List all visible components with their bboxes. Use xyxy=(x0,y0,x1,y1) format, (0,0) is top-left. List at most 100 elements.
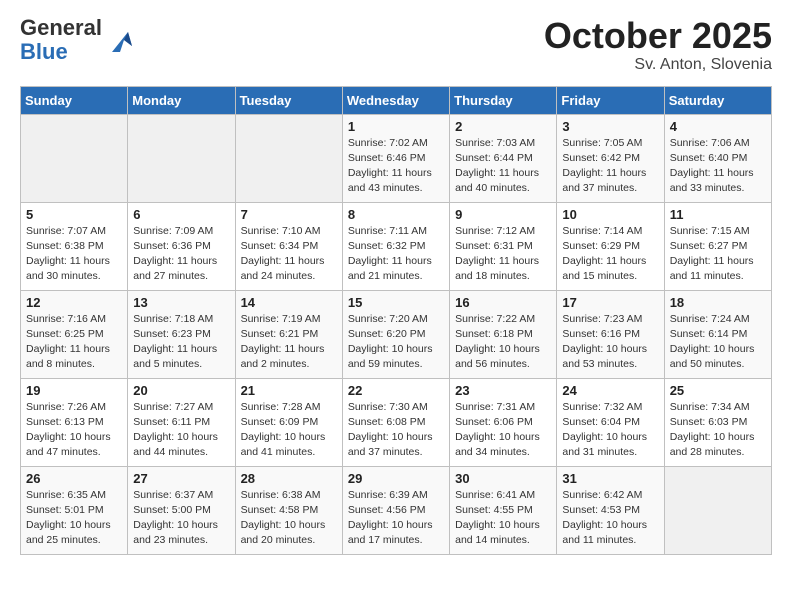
weekday-header-row: SundayMondayTuesdayWednesdayThursdayFrid… xyxy=(21,86,772,114)
calendar-cell xyxy=(128,114,235,202)
calendar-cell: 16 Sunrise: 7:22 AM Sunset: 6:18 PM Dayli… xyxy=(450,290,557,378)
day-number: 15 xyxy=(348,295,444,310)
day-number: 2 xyxy=(455,119,551,134)
day-info: Sunrise: 7:27 AM Sunset: 6:11 PM Dayligh… xyxy=(133,400,229,461)
day-number: 6 xyxy=(133,207,229,222)
day-number: 19 xyxy=(26,383,122,398)
day-number: 3 xyxy=(562,119,658,134)
day-info: Sunrise: 7:20 AM Sunset: 6:20 PM Dayligh… xyxy=(348,312,444,373)
logo-blue: Blue xyxy=(20,39,68,64)
calendar-cell: 29 Sunrise: 6:39 AM Sunset: 4:56 PM Dayli… xyxy=(342,466,449,554)
day-info: Sunrise: 7:10 AM Sunset: 6:34 PM Dayligh… xyxy=(241,224,337,285)
calendar-cell: 5 Sunrise: 7:07 AM Sunset: 6:38 PM Daylig… xyxy=(21,202,128,290)
day-info: Sunrise: 7:07 AM Sunset: 6:38 PM Dayligh… xyxy=(26,224,122,285)
day-number: 21 xyxy=(241,383,337,398)
day-info: Sunrise: 7:15 AM Sunset: 6:27 PM Dayligh… xyxy=(670,224,766,285)
title-block: October 2025 Sv. Anton, Slovenia xyxy=(544,16,772,74)
day-info: Sunrise: 7:16 AM Sunset: 6:25 PM Dayligh… xyxy=(26,312,122,373)
calendar-cell: 6 Sunrise: 7:09 AM Sunset: 6:36 PM Daylig… xyxy=(128,202,235,290)
weekday-header-tuesday: Tuesday xyxy=(235,86,342,114)
day-info: Sunrise: 6:42 AM Sunset: 4:53 PM Dayligh… xyxy=(562,488,658,549)
day-number: 5 xyxy=(26,207,122,222)
calendar-cell: 18 Sunrise: 7:24 AM Sunset: 6:14 PM Dayli… xyxy=(664,290,771,378)
calendar-cell: 14 Sunrise: 7:19 AM Sunset: 6:21 PM Dayli… xyxy=(235,290,342,378)
calendar-week-row: 19 Sunrise: 7:26 AM Sunset: 6:13 PM Dayli… xyxy=(21,378,772,466)
day-number: 9 xyxy=(455,207,551,222)
day-info: Sunrise: 7:14 AM Sunset: 6:29 PM Dayligh… xyxy=(562,224,658,285)
day-number: 27 xyxy=(133,471,229,486)
day-info: Sunrise: 6:39 AM Sunset: 4:56 PM Dayligh… xyxy=(348,488,444,549)
calendar-cell: 21Sunrise: 7:28 AM Sunset: 6:09 PM Dayli… xyxy=(235,378,342,466)
day-number: 20 xyxy=(133,383,229,398)
weekday-header-saturday: Saturday xyxy=(664,86,771,114)
calendar-page: General Blue October 2025 Sv. Anton, Slo… xyxy=(0,0,792,571)
day-number: 26 xyxy=(26,471,122,486)
day-number: 31 xyxy=(562,471,658,486)
day-info: Sunrise: 7:05 AM Sunset: 6:42 PM Dayligh… xyxy=(562,136,658,197)
calendar-cell: 11 Sunrise: 7:15 AM Sunset: 6:27 PM Dayli… xyxy=(664,202,771,290)
day-number: 13 xyxy=(133,295,229,310)
day-info: Sunrise: 7:19 AM Sunset: 6:21 PM Dayligh… xyxy=(241,312,337,373)
calendar-cell: 1 Sunrise: 7:02 AM Sunset: 6:46 PM Daylig… xyxy=(342,114,449,202)
calendar-cell xyxy=(664,466,771,554)
day-number: 1 xyxy=(348,119,444,134)
weekday-header-friday: Friday xyxy=(557,86,664,114)
logo-general: General xyxy=(20,15,102,40)
calendar-week-row: 5 Sunrise: 7:07 AM Sunset: 6:38 PM Daylig… xyxy=(21,202,772,290)
calendar-cell: 2Sunrise: 7:03 AM Sunset: 6:44 PM Daylig… xyxy=(450,114,557,202)
calendar-cell: 3 Sunrise: 7:05 AM Sunset: 6:42 PM Daylig… xyxy=(557,114,664,202)
calendar-week-row: 12Sunrise: 7:16 AM Sunset: 6:25 PM Dayli… xyxy=(21,290,772,378)
day-number: 17 xyxy=(562,295,658,310)
day-info: Sunrise: 7:09 AM Sunset: 6:36 PM Dayligh… xyxy=(133,224,229,285)
day-info: Sunrise: 7:24 AM Sunset: 6:14 PM Dayligh… xyxy=(670,312,766,373)
calendar-cell: 24 Sunrise: 7:32 AM Sunset: 6:04 PM Dayli… xyxy=(557,378,664,466)
logo-icon xyxy=(104,24,136,56)
day-info: Sunrise: 7:12 AM Sunset: 6:31 PM Dayligh… xyxy=(455,224,551,285)
calendar-cell: 30Sunrise: 6:41 AM Sunset: 4:55 PM Dayli… xyxy=(450,466,557,554)
weekday-header-monday: Monday xyxy=(128,86,235,114)
month-title: October 2025 xyxy=(544,16,772,56)
day-number: 8 xyxy=(348,207,444,222)
day-number: 10 xyxy=(562,207,658,222)
day-number: 16 xyxy=(455,295,551,310)
day-number: 28 xyxy=(241,471,337,486)
calendar-cell: 8Sunrise: 7:11 AM Sunset: 6:32 PM Daylig… xyxy=(342,202,449,290)
day-info: Sunrise: 7:31 AM Sunset: 6:06 PM Dayligh… xyxy=(455,400,551,461)
calendar-cell: 27 Sunrise: 6:37 AM Sunset: 5:00 PM Dayli… xyxy=(128,466,235,554)
day-number: 7 xyxy=(241,207,337,222)
day-info: Sunrise: 6:35 AM Sunset: 5:01 PM Dayligh… xyxy=(26,488,122,549)
day-info: Sunrise: 7:34 AM Sunset: 6:03 PM Dayligh… xyxy=(670,400,766,461)
day-info: Sunrise: 6:37 AM Sunset: 5:00 PM Dayligh… xyxy=(133,488,229,549)
calendar-cell: 9 Sunrise: 7:12 AM Sunset: 6:31 PM Daylig… xyxy=(450,202,557,290)
calendar-cell xyxy=(21,114,128,202)
day-number: 11 xyxy=(670,207,766,222)
day-number: 22 xyxy=(348,383,444,398)
calendar-cell: 4Sunrise: 7:06 AM Sunset: 6:40 PM Daylig… xyxy=(664,114,771,202)
calendar-cell: 13Sunrise: 7:18 AM Sunset: 6:23 PM Dayli… xyxy=(128,290,235,378)
day-info: Sunrise: 7:26 AM Sunset: 6:13 PM Dayligh… xyxy=(26,400,122,461)
calendar-week-row: 26 Sunrise: 6:35 AM Sunset: 5:01 PM Dayli… xyxy=(21,466,772,554)
calendar-cell: 31 Sunrise: 6:42 AM Sunset: 4:53 PM Dayli… xyxy=(557,466,664,554)
day-info: Sunrise: 7:22 AM Sunset: 6:18 PM Dayligh… xyxy=(455,312,551,373)
calendar-cell: 19 Sunrise: 7:26 AM Sunset: 6:13 PM Dayli… xyxy=(21,378,128,466)
day-info: Sunrise: 7:32 AM Sunset: 6:04 PM Dayligh… xyxy=(562,400,658,461)
day-number: 24 xyxy=(562,383,658,398)
calendar-cell: 15 Sunrise: 7:20 AM Sunset: 6:20 PM Dayli… xyxy=(342,290,449,378)
day-number: 29 xyxy=(348,471,444,486)
calendar-cell: 23Sunrise: 7:31 AM Sunset: 6:06 PM Dayli… xyxy=(450,378,557,466)
day-number: 14 xyxy=(241,295,337,310)
logo-text: General Blue xyxy=(20,16,102,64)
day-info: Sunrise: 6:38 AM Sunset: 4:58 PM Dayligh… xyxy=(241,488,337,549)
day-info: Sunrise: 7:30 AM Sunset: 6:08 PM Dayligh… xyxy=(348,400,444,461)
calendar-cell xyxy=(235,114,342,202)
day-info: Sunrise: 7:02 AM Sunset: 6:46 PM Dayligh… xyxy=(348,136,444,197)
day-number: 25 xyxy=(670,383,766,398)
calendar-cell: 22 Sunrise: 7:30 AM Sunset: 6:08 PM Dayli… xyxy=(342,378,449,466)
calendar-cell: 28 Sunrise: 6:38 AM Sunset: 4:58 PM Dayli… xyxy=(235,466,342,554)
day-number: 18 xyxy=(670,295,766,310)
header: General Blue October 2025 Sv. Anton, Slo… xyxy=(20,16,772,74)
day-info: Sunrise: 7:23 AM Sunset: 6:16 PM Dayligh… xyxy=(562,312,658,373)
weekday-header-thursday: Thursday xyxy=(450,86,557,114)
calendar-cell: 20 Sunrise: 7:27 AM Sunset: 6:11 PM Dayli… xyxy=(128,378,235,466)
day-info: Sunrise: 6:41 AM Sunset: 4:55 PM Dayligh… xyxy=(455,488,551,549)
